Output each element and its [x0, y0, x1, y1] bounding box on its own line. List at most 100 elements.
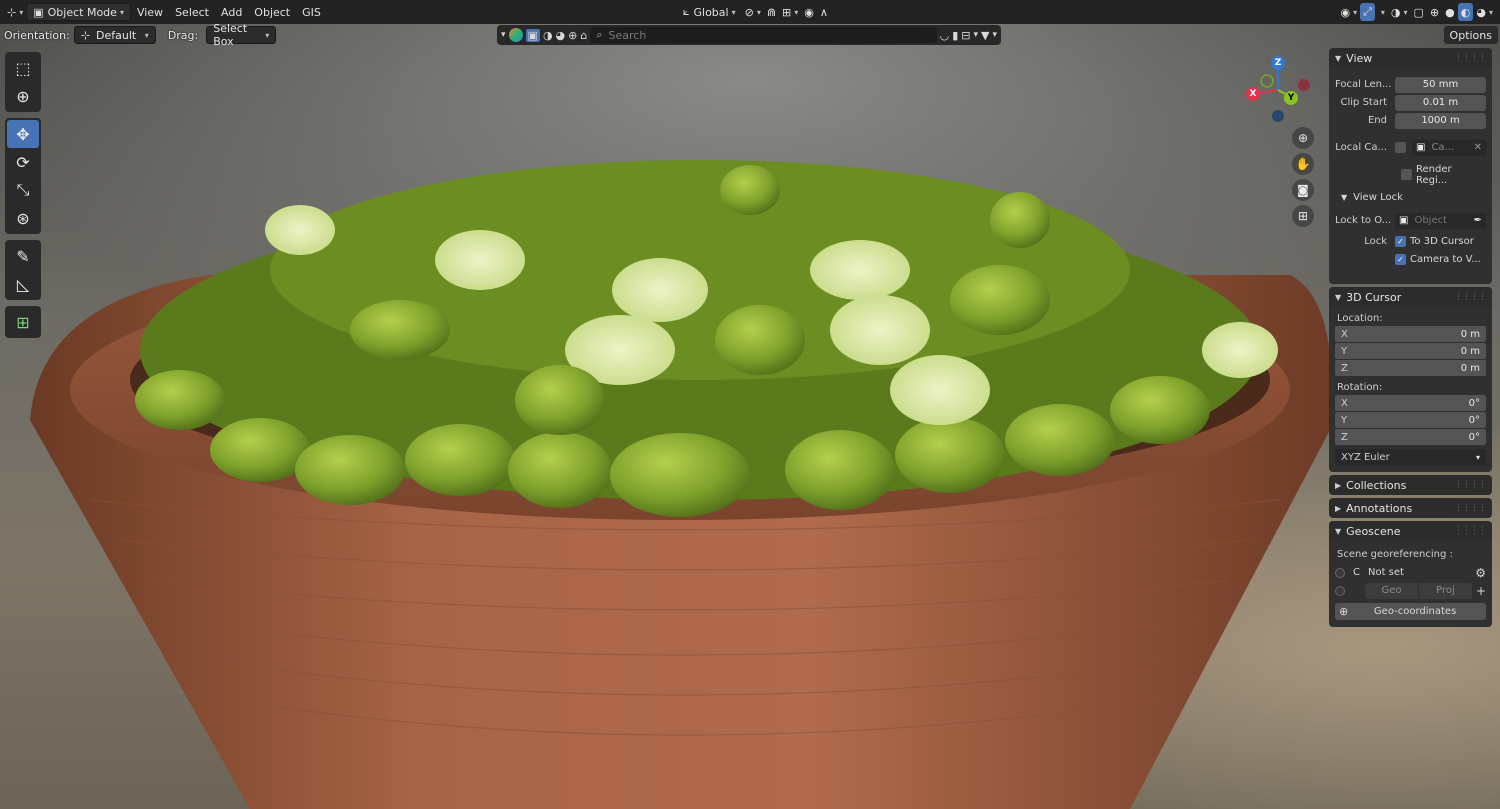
- navigation-gizmo[interactable]: Z X Y: [1240, 54, 1316, 124]
- proj-button[interactable]: Proj: [1418, 582, 1472, 599]
- pan-button[interactable]: ✋: [1292, 153, 1314, 175]
- snap-button[interactable]: ⋒: [764, 3, 779, 21]
- pivot-point-button[interactable]: ⊘ ▾: [742, 3, 764, 21]
- gizmo-toggle-button[interactable]: ⤢: [1360, 3, 1375, 21]
- overlays-button[interactable]: ◑ ▾: [1388, 3, 1411, 21]
- bookmark-icon[interactable]: ▮: [952, 29, 958, 42]
- focal-length-field[interactable]: 50 mm: [1395, 76, 1486, 93]
- annotations-panel-header[interactable]: ▶ Annotations ⋮⋮⋮⋮: [1329, 498, 1492, 518]
- add-cube-icon: ⊞: [16, 312, 30, 332]
- falloff-button[interactable]: ∧: [817, 3, 831, 21]
- shading-wireframe-button[interactable]: ⊕: [1427, 3, 1442, 21]
- drag-grip-icon[interactable]: ⋮⋮⋮⋮: [1454, 292, 1487, 302]
- add-cube-tool[interactable]: ⊞: [7, 308, 39, 336]
- drag-grip-icon[interactable]: ⋮⋮⋮⋮: [1454, 480, 1487, 490]
- select-box-tool[interactable]: ⬚: [7, 54, 39, 82]
- select-box-icon[interactable]: ▣: [525, 28, 540, 42]
- menu-view[interactable]: View: [131, 3, 169, 21]
- measure-tool[interactable]: ◺: [7, 270, 39, 298]
- cursor-tool[interactable]: ⊕: [7, 82, 39, 110]
- clip-end-field[interactable]: 1000 m: [1395, 112, 1486, 129]
- shading-material-button[interactable]: ◐: [1457, 3, 1474, 21]
- view-panel-header[interactable]: ▼ View ⋮⋮⋮⋮: [1329, 48, 1492, 68]
- gizmo-options-button[interactable]: ▾: [1375, 3, 1388, 21]
- gizmo-z-axis[interactable]: Z: [1271, 56, 1285, 70]
- close-icon[interactable]: ✕: [1474, 142, 1482, 153]
- lights-icon[interactable]: ◕: [556, 29, 566, 42]
- xray-button[interactable]: ▢: [1411, 3, 1427, 21]
- chevron-down-icon[interactable]: ▾: [501, 30, 506, 40]
- drag-dropdown[interactable]: Select Box ▾: [206, 22, 277, 48]
- lock-to-object-field[interactable]: ▣ Object ✒: [1395, 212, 1486, 229]
- chevron-down-icon[interactable]: ◡: [940, 29, 950, 42]
- rotation-x-field[interactable]: X 0°: [1335, 395, 1486, 411]
- rotation-z-value: 0°: [1468, 431, 1480, 443]
- local-camera-field[interactable]: ▣ Ca... ✕: [1412, 139, 1486, 156]
- chevron-down-icon[interactable]: ▾: [973, 30, 978, 40]
- location-y-field[interactable]: Y 0 m: [1335, 343, 1486, 359]
- camera-to-view-checkbox[interactable]: ✓: [1395, 254, 1406, 265]
- chevron-down-icon[interactable]: ▾: [992, 30, 997, 40]
- chevron-down-icon: ▾: [1475, 452, 1480, 462]
- geoscene-panel: ▼ Geoscene ⋮⋮⋮⋮ Scene georeferencing : C…: [1329, 521, 1492, 627]
- transform-orientation-dropdown[interactable]: ⟀ Global ▾: [677, 3, 742, 21]
- perspective-toggle-button[interactable]: ⊞: [1292, 205, 1314, 227]
- collections-panel-header[interactable]: ▶ Collections ⋮⋮⋮⋮: [1329, 475, 1492, 495]
- chevron-down-icon: ▾: [1380, 7, 1385, 17]
- rotation-mode-dropdown[interactable]: XYZ Euler ▾: [1335, 449, 1486, 465]
- plus-icon[interactable]: +: [1476, 584, 1486, 598]
- search-input[interactable]: ⌕ Search: [590, 27, 937, 43]
- move-tool[interactable]: ✥: [7, 120, 39, 148]
- gizmo-x-axis[interactable]: X: [1246, 87, 1260, 101]
- rotation-z-field[interactable]: Z 0°: [1335, 429, 1486, 445]
- crs-radio[interactable]: [1335, 567, 1345, 578]
- 3d-cursor-panel-header[interactable]: ▼ 3D Cursor ⋮⋮⋮⋮: [1329, 287, 1492, 307]
- camera-view-button[interactable]: ◙: [1292, 179, 1314, 201]
- menu-add[interactable]: Add: [215, 3, 248, 21]
- world-icon[interactable]: ⊕: [568, 29, 577, 42]
- rotation-y-field[interactable]: Y 0°: [1335, 412, 1486, 428]
- scale-tool[interactable]: ⤡: [7, 176, 39, 204]
- geoscene-panel-header[interactable]: ▼ Geoscene ⋮⋮⋮⋮: [1329, 521, 1492, 541]
- mode-dropdown[interactable]: ▣ Object Mode ▾: [26, 3, 131, 21]
- eyedropper-icon[interactable]: ✒: [1474, 215, 1482, 226]
- geo-button[interactable]: Geo: [1365, 582, 1418, 599]
- toolgroup-transform: ✥ ⟳ ⤡ ⊛: [5, 118, 41, 234]
- sphere-icon[interactable]: ◑: [543, 29, 553, 42]
- menu-object[interactable]: Object: [248, 3, 296, 21]
- render-region-checkbox[interactable]: [1401, 169, 1412, 180]
- location-z-field[interactable]: Z 0 m: [1335, 360, 1486, 376]
- scene-icon[interactable]: ⌂: [580, 29, 587, 42]
- clip-start-field[interactable]: 0.01 m: [1395, 94, 1486, 111]
- visibility-button[interactable]: ◉ ▾: [1337, 3, 1360, 21]
- editor-type-button[interactable]: ⊹ ▾: [4, 3, 26, 21]
- snap-target-button[interactable]: ⊞ ▾: [779, 3, 801, 21]
- menu-gis[interactable]: GIS: [296, 3, 327, 21]
- proportional-edit-button[interactable]: ◉: [801, 3, 817, 21]
- hierarchy-icon[interactable]: ⊟: [961, 29, 970, 42]
- geo-coordinates-button[interactable]: Geo-coordinates: [1348, 606, 1482, 617]
- origin-radio[interactable]: [1335, 585, 1345, 596]
- chevron-down-icon[interactable]: ▼: [1341, 193, 1347, 202]
- to-3d-cursor-checkbox[interactable]: ✓: [1395, 236, 1406, 247]
- annotate-tool[interactable]: ✎: [7, 242, 39, 270]
- location-x-field[interactable]: X 0 m: [1335, 326, 1486, 342]
- rotate-tool[interactable]: ⟳: [7, 148, 39, 176]
- gizmo-y-axis[interactable]: Y: [1284, 91, 1298, 105]
- gear-icon[interactable]: ⚙: [1475, 566, 1486, 580]
- drag-grip-icon[interactable]: ⋮⋮⋮⋮: [1454, 503, 1487, 513]
- local-camera-checkbox[interactable]: [1395, 142, 1406, 153]
- drag-grip-icon[interactable]: ⋮⋮⋮⋮: [1454, 53, 1487, 63]
- chevron-down-icon: ▼: [1335, 292, 1342, 302]
- grid-icon: ⊞: [1297, 209, 1309, 223]
- shading-solid-button[interactable]: ●: [1442, 3, 1458, 21]
- options-button[interactable]: Options: [1443, 26, 1498, 44]
- transform-tool[interactable]: ⊛: [7, 204, 39, 232]
- shading-rendered-button[interactable]: ◕ ▾: [1473, 3, 1496, 21]
- orientation-dropdown[interactable]: ⊹ Default ▾: [73, 26, 156, 44]
- menu-select[interactable]: Select: [169, 3, 215, 21]
- gizmo-icon: ⤢: [1363, 5, 1372, 18]
- drag-grip-icon[interactable]: ⋮⋮⋮⋮: [1454, 526, 1487, 536]
- zoom-button[interactable]: ⊕: [1292, 127, 1314, 149]
- filter-icon[interactable]: ▼: [981, 29, 989, 42]
